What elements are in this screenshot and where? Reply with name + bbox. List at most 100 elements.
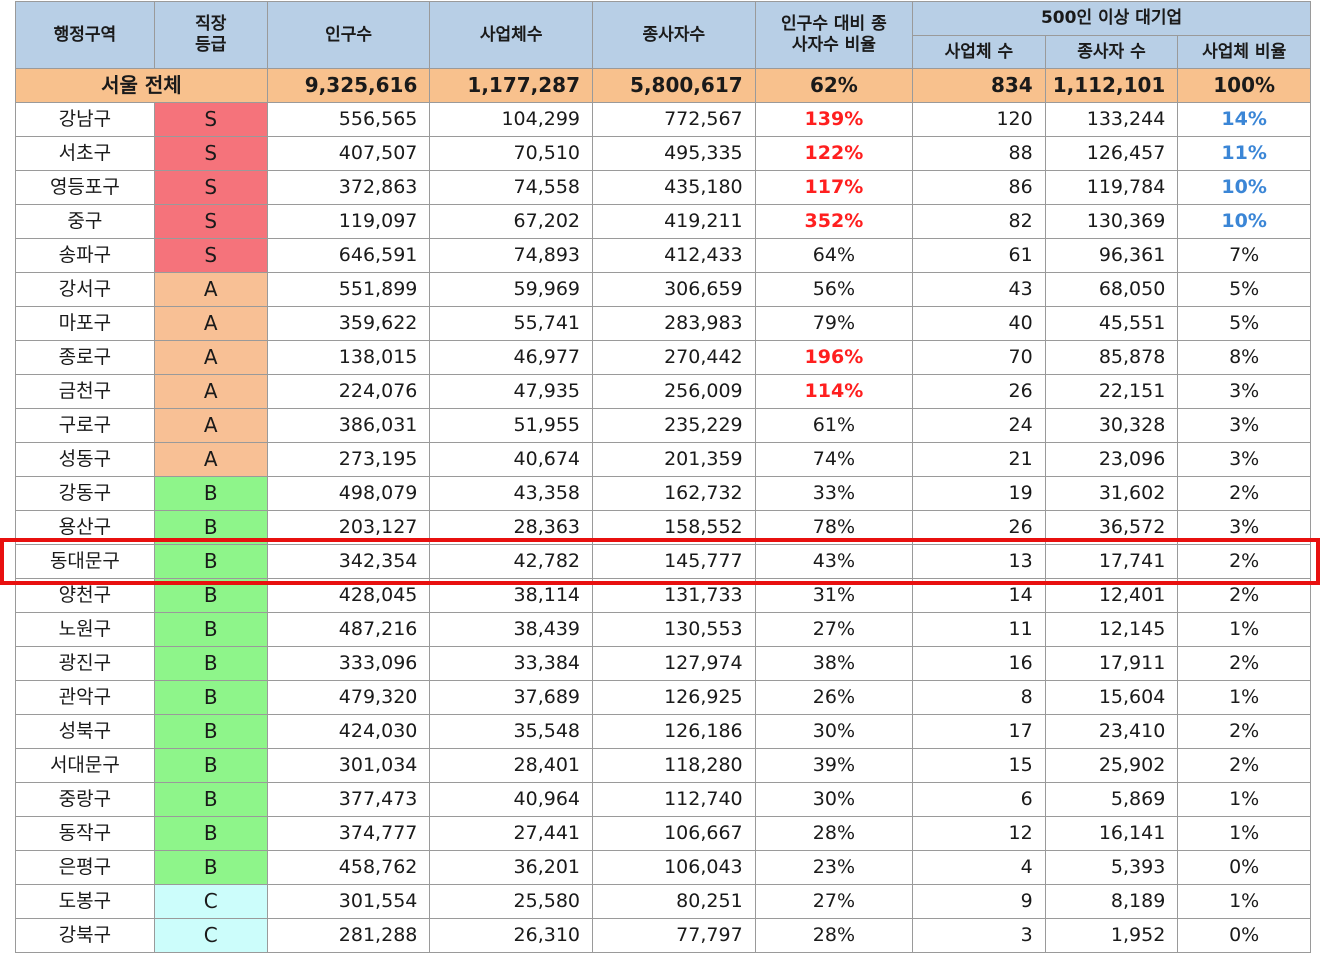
- workers-cell: 772,567: [592, 102, 756, 137]
- total-large-workers: 1,112,101: [1044, 68, 1179, 103]
- population-cell: 498,079: [266, 476, 431, 511]
- table-row: 중구 S 119,097 67,202 419,211 352% 82 130,369 10%: [15, 204, 1311, 239]
- total-row: 서울 전체 9,325,616 1,177,287 5,800,617 62% …: [15, 68, 1311, 103]
- ratio-cell: 117%: [754, 170, 914, 205]
- table-row: 구로구 A 386,031 51,955 235,229 61% 24 30,328 3%: [15, 408, 1311, 443]
- population-cell: 551,899: [266, 272, 431, 307]
- table-row: 서대문구 B 301,034 28,401 118,280 39% 15 25,902 2%: [15, 748, 1311, 783]
- population-cell: 281,288: [266, 918, 431, 953]
- businesses-cell: 28,363: [429, 510, 594, 545]
- large-workers-cell: 23,410: [1044, 714, 1179, 749]
- large-businesses-cell: 11: [912, 612, 1046, 647]
- table-row: 양천구 B 428,045 38,114 131,733 31% 14 12,401 2%: [15, 578, 1311, 613]
- large-ratio-cell: 2%: [1177, 748, 1311, 783]
- businesses-cell: 67,202: [429, 204, 594, 239]
- businesses-cell: 43,358: [429, 476, 594, 511]
- workers-cell: 283,983: [592, 306, 756, 341]
- businesses-cell: 38,114: [429, 578, 594, 613]
- table-header: 행정구역 직장 등급 인구수 사업체수 종사자수 인구수 대비 종사자수 비율 …: [15, 1, 1311, 69]
- ratio-cell: 28%: [754, 816, 914, 851]
- population-cell: 138,015: [266, 340, 431, 375]
- large-workers-cell: 16,141: [1044, 816, 1179, 851]
- large-ratio-cell: 2%: [1177, 646, 1311, 681]
- large-ratio-cell: 5%: [1177, 306, 1311, 341]
- workers-cell: 126,925: [592, 680, 756, 715]
- businesses-cell: 35,548: [429, 714, 594, 749]
- district-cell: 도봉구: [15, 884, 155, 919]
- large-businesses-cell: 26: [912, 510, 1046, 545]
- header-district: 행정구역: [15, 1, 155, 69]
- businesses-cell: 33,384: [429, 646, 594, 681]
- population-cell: 342,354: [266, 544, 431, 579]
- businesses-cell: 104,299: [429, 102, 594, 137]
- large-businesses-cell: 26: [912, 374, 1046, 409]
- district-cell: 송파구: [15, 238, 155, 273]
- large-ratio-cell: 3%: [1177, 442, 1311, 477]
- businesses-cell: 46,977: [429, 340, 594, 375]
- population-cell: 359,622: [266, 306, 431, 341]
- total-large-ratio: 100%: [1177, 68, 1311, 103]
- workers-cell: 201,359: [592, 442, 756, 477]
- header-workers: 종사자수: [592, 1, 756, 69]
- businesses-cell: 38,439: [429, 612, 594, 647]
- population-cell: 407,507: [266, 136, 431, 171]
- large-businesses-cell: 15: [912, 748, 1046, 783]
- ratio-cell: 27%: [754, 884, 914, 919]
- total-large-businesses: 834: [912, 68, 1046, 103]
- businesses-cell: 25,580: [429, 884, 594, 919]
- large-workers-cell: 8,189: [1044, 884, 1179, 919]
- district-cell: 강북구: [15, 918, 155, 953]
- header-businesses: 사업체수: [429, 1, 594, 69]
- header-large-ratio: 사업체 비율: [1177, 35, 1311, 69]
- ratio-cell: 56%: [754, 272, 914, 307]
- workers-cell: 419,211: [592, 204, 756, 239]
- workers-cell: 112,740: [592, 782, 756, 817]
- ratio-cell: 79%: [754, 306, 914, 341]
- workers-cell: 435,180: [592, 170, 756, 205]
- large-workers-cell: 22,151: [1044, 374, 1179, 409]
- header-grade-text: 직장 등급: [195, 14, 227, 55]
- population-cell: 428,045: [266, 578, 431, 613]
- large-businesses-cell: 16: [912, 646, 1046, 681]
- businesses-cell: 59,969: [429, 272, 594, 307]
- grade-cell: A: [153, 374, 268, 409]
- district-cell: 성동구: [15, 442, 155, 477]
- large-ratio-cell: 1%: [1177, 782, 1311, 817]
- district-cell: 강남구: [15, 102, 155, 137]
- large-workers-cell: 15,604: [1044, 680, 1179, 715]
- businesses-cell: 47,935: [429, 374, 594, 409]
- table-row: 강북구 C 281,288 26,310 77,797 28% 3 1,952 0%: [15, 918, 1311, 953]
- table-row: 광진구 B 333,096 33,384 127,974 38% 16 17,911 2%: [15, 646, 1311, 681]
- table-row: 은평구 B 458,762 36,201 106,043 23% 4 5,393 0%: [15, 850, 1311, 885]
- table-row: 관악구 B 479,320 37,689 126,925 26% 8 15,604 1%: [15, 680, 1311, 715]
- workers-cell: 130,553: [592, 612, 756, 647]
- district-cell: 서대문구: [15, 748, 155, 783]
- workers-cell: 412,433: [592, 238, 756, 273]
- workers-cell: 162,732: [592, 476, 756, 511]
- large-ratio-cell: 2%: [1177, 578, 1311, 613]
- grade-cell: B: [153, 612, 268, 647]
- grade-cell: B: [153, 578, 268, 613]
- total-workers: 5,800,617: [592, 68, 756, 103]
- table-row: 노원구 B 487,216 38,439 130,553 27% 11 12,145 1%: [15, 612, 1311, 647]
- businesses-cell: 36,201: [429, 850, 594, 885]
- total-ratio: 62%: [754, 68, 914, 103]
- large-businesses-cell: 82: [912, 204, 1046, 239]
- workers-cell: 80,251: [592, 884, 756, 919]
- large-ratio-cell: 5%: [1177, 272, 1311, 307]
- large-ratio-cell: 3%: [1177, 408, 1311, 443]
- large-businesses-cell: 43: [912, 272, 1046, 307]
- ratio-cell: 33%: [754, 476, 914, 511]
- large-workers-cell: 5,869: [1044, 782, 1179, 817]
- large-ratio-cell: 10%: [1177, 170, 1311, 205]
- grade-cell: B: [153, 782, 268, 817]
- large-businesses-cell: 12: [912, 816, 1046, 851]
- population-cell: 301,034: [266, 748, 431, 783]
- district-cell: 강서구: [15, 272, 155, 307]
- ratio-cell: 30%: [754, 714, 914, 749]
- district-cell: 중구: [15, 204, 155, 239]
- workers-cell: 126,186: [592, 714, 756, 749]
- total-label: 서울 전체: [15, 68, 268, 103]
- businesses-cell: 74,893: [429, 238, 594, 273]
- district-cell: 관악구: [15, 680, 155, 715]
